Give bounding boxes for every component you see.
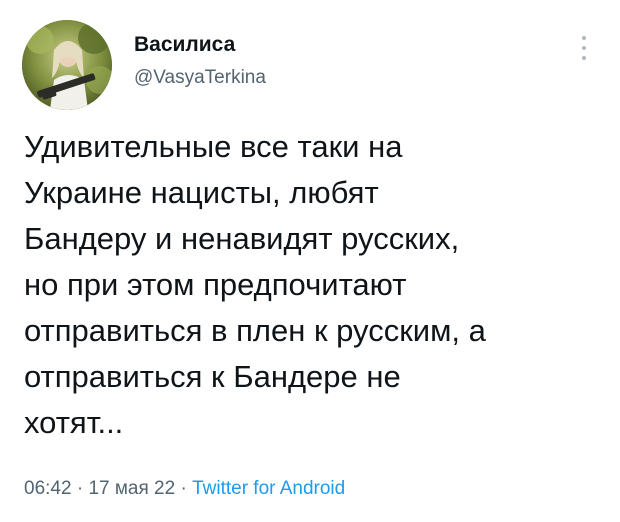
tweet-line: отправиться в плен к русским, а — [24, 313, 486, 348]
more-dot — [582, 36, 586, 40]
tweet-text: Удивительные все таки на Украине нацисты… — [24, 124, 609, 446]
tweet-card: Василиса @VasyaTerkina Удивительные все … — [0, 0, 620, 522]
tweet-date[interactable]: 17 мая 22 — [88, 478, 175, 499]
more-options-icon[interactable] — [574, 36, 594, 60]
tweet-time[interactable]: 06:42 — [24, 478, 72, 499]
more-dot — [582, 56, 586, 60]
author-name[interactable]: Василиса — [134, 33, 235, 57]
tweet-line: отправиться к Бандере не — [24, 359, 401, 394]
meta-separator: · — [76, 478, 89, 499]
tweet-meta: 06:42 · 17 мая 22 · Twitter for Android — [24, 478, 345, 500]
author-handle[interactable]: @VasyaTerkina — [134, 67, 266, 89]
tweet-line: но при этом предпочитают — [24, 267, 407, 302]
tweet-line: Удивительные все таки на — [24, 129, 403, 164]
avatar-photo-icon — [22, 20, 112, 110]
tweet-line: Бандеру и ненавидят русских, — [24, 221, 460, 256]
more-dot — [582, 46, 586, 50]
author-avatar[interactable] — [22, 20, 112, 110]
meta-separator: · — [180, 478, 193, 499]
tweet-line: хотят... — [24, 405, 124, 440]
tweet-source-link[interactable]: Twitter for Android — [192, 478, 345, 499]
tweet-line: Украине нацисты, любят — [24, 175, 379, 210]
